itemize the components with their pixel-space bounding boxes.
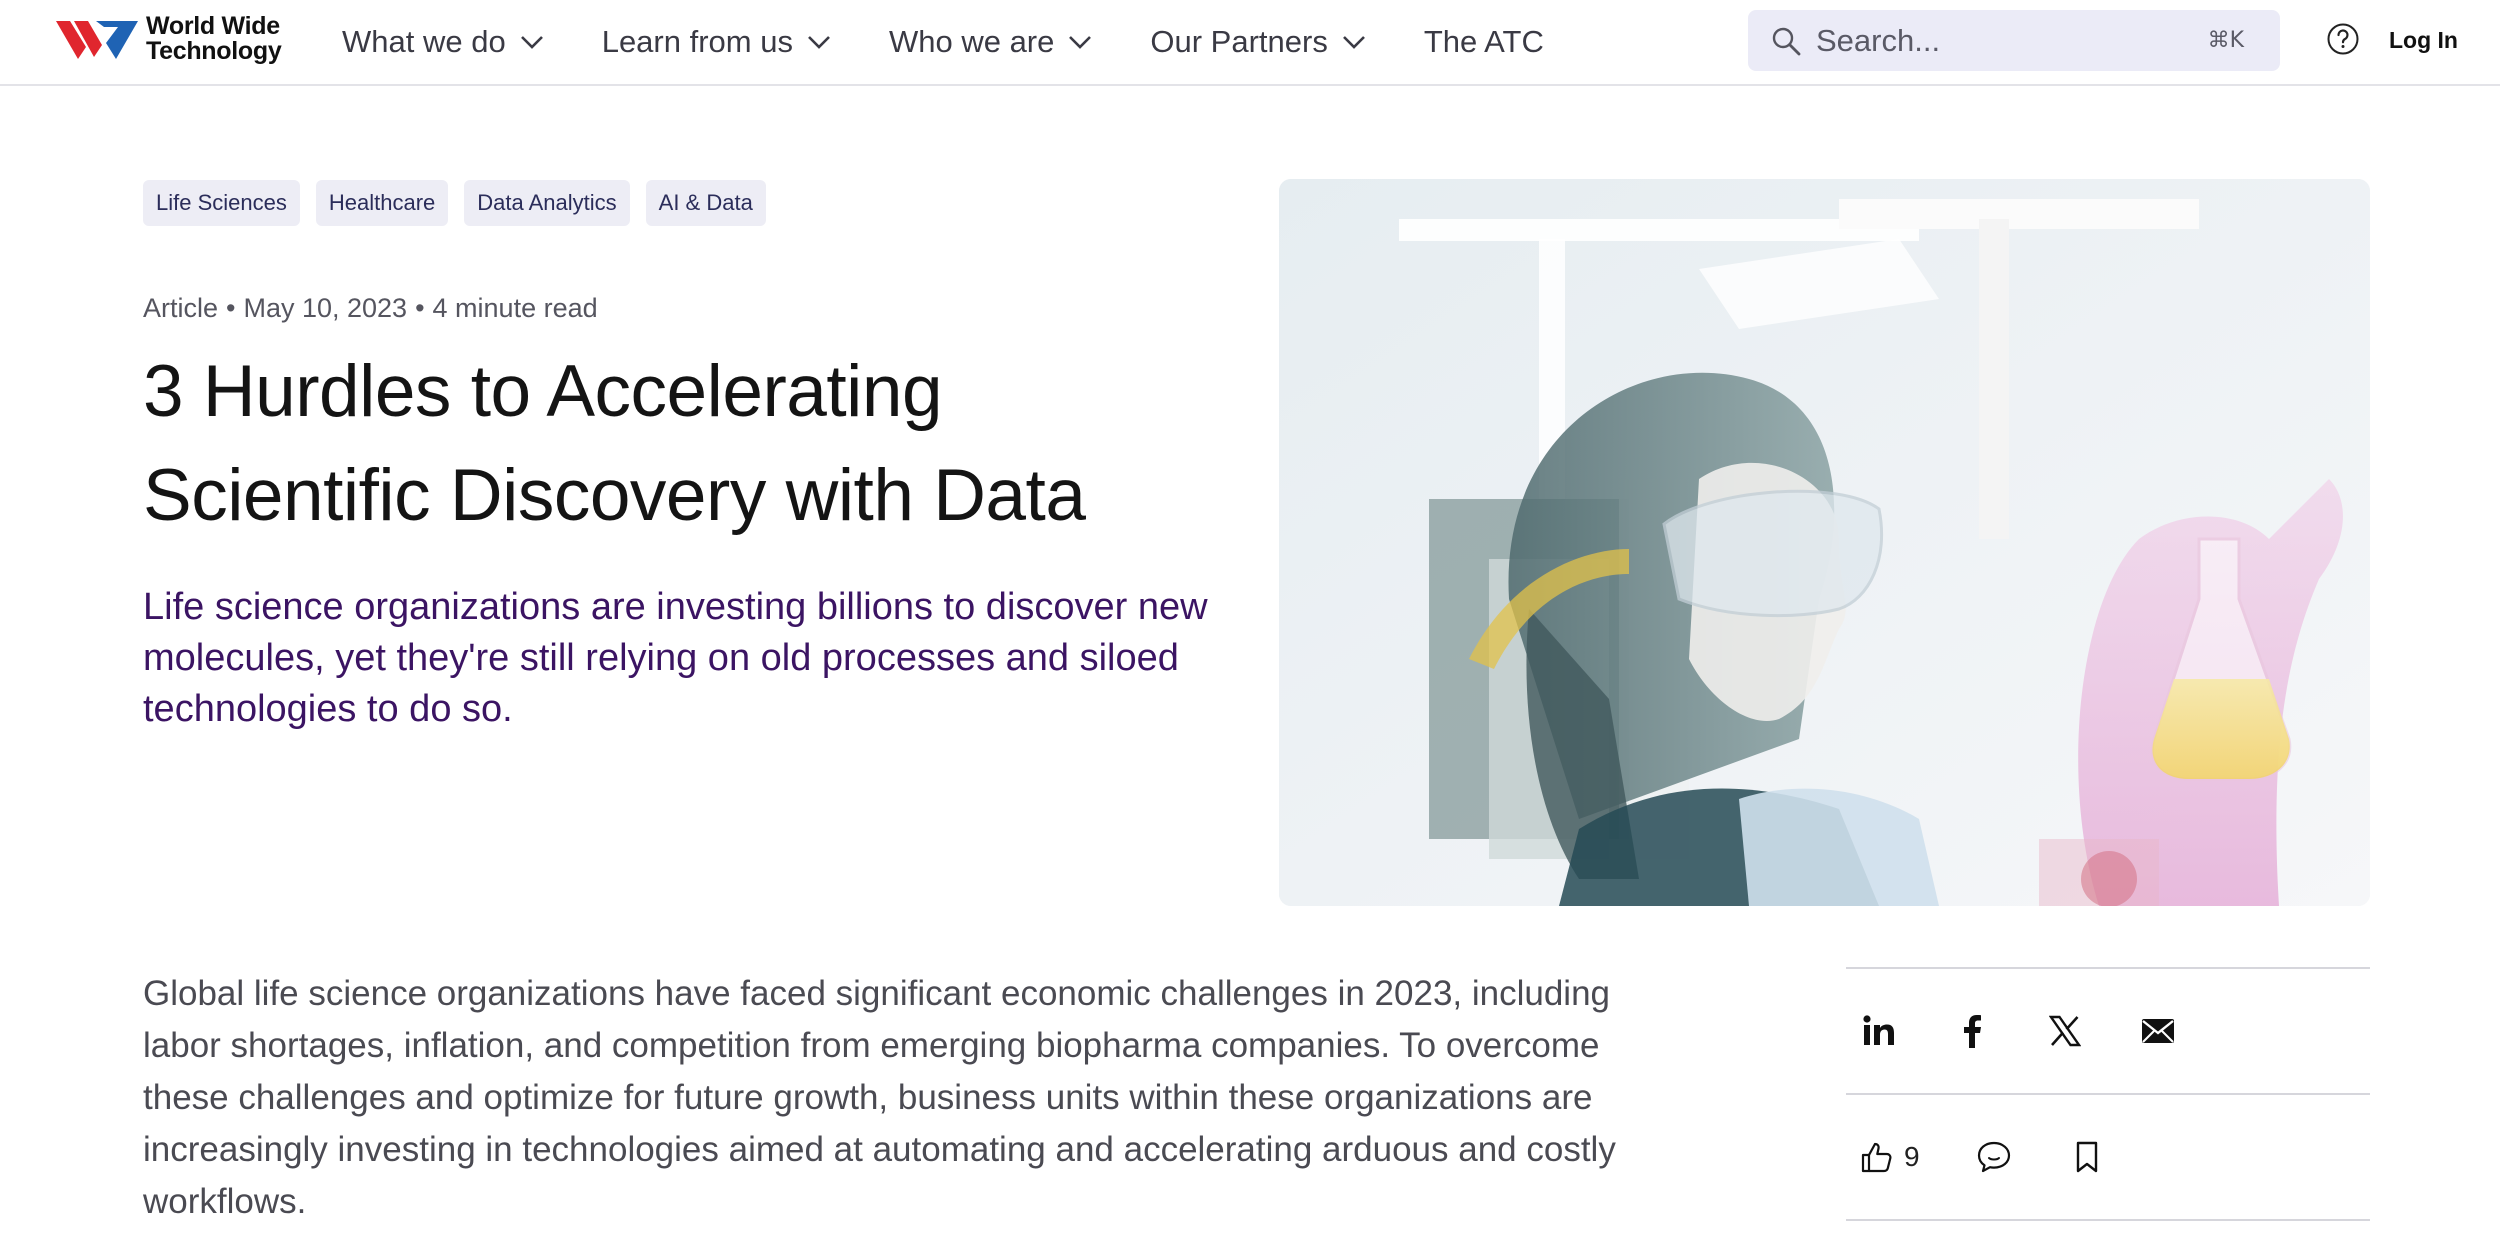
like-count: 9 <box>1904 1141 1920 1172</box>
chevron-down-icon <box>520 36 543 49</box>
email-icon[interactable] <box>2139 1012 2177 1050</box>
nav-label: What we do <box>342 24 506 59</box>
article-title-line-1: 3 Hurdles to Accelerating <box>143 351 943 432</box>
search-icon <box>1772 27 1801 55</box>
tag-healthcare[interactable]: Healthcare <box>315 180 449 226</box>
facebook-icon[interactable] <box>1953 1012 1991 1050</box>
search-input[interactable]: Search... <box>1816 23 2208 59</box>
article-body-paragraph: Global life science organizations have f… <box>143 974 1616 1221</box>
help-circle-icon[interactable] <box>2326 22 2360 56</box>
linkedin-icon[interactable] <box>1860 1012 1898 1050</box>
social-share-row <box>1846 969 2370 1093</box>
wwt-logo-text: World Wide Technology <box>146 12 282 65</box>
scientist-with-flask-illustration <box>1279 179 2370 906</box>
like-button[interactable]: 9 <box>1860 1140 1920 1174</box>
chevron-down-icon <box>1342 36 1365 49</box>
engagement-row: 9 <box>1846 1095 2370 1219</box>
main-nav: What we do Learn from us Who we are Our … <box>342 0 1602 84</box>
divider <box>1846 1219 2370 1221</box>
bookmark-icon[interactable] <box>2068 1138 2106 1176</box>
tag-data-analytics[interactable]: Data Analytics <box>464 180 630 226</box>
nav-label: Learn from us <box>601 24 793 59</box>
nav-item-our-partners[interactable]: Our Partners <box>1150 24 1365 60</box>
site-header: World Wide Technology What we do Learn f… <box>0 0 2500 86</box>
separator-dot: • <box>415 293 425 323</box>
hero-image <box>1279 179 2370 906</box>
article-read-time: 4 minute read <box>432 293 598 323</box>
article-tags: Life Sciences Healthcare Data Analytics … <box>143 180 782 226</box>
nav-label: The ATC <box>1423 24 1544 59</box>
nav-label: Who we are <box>888 24 1055 59</box>
wwt-logo[interactable]: World Wide Technology <box>56 12 282 65</box>
article-title: 3 Hurdles to Accelerating Scientific Dis… <box>143 340 1243 548</box>
search-shortcut: ⌘K <box>2207 28 2244 53</box>
tag-ai-and-data[interactable]: AI & Data <box>645 180 766 226</box>
nav-item-the-atc[interactable]: The ATC <box>1424 24 1544 60</box>
separator-dot: • <box>226 293 236 323</box>
article-type: Article <box>143 293 219 323</box>
tag-life-sciences[interactable]: Life Sciences <box>143 180 300 226</box>
like-icon <box>1861 1142 1892 1173</box>
wwt-logo-mark <box>56 21 138 59</box>
chevron-down-icon <box>808 36 830 49</box>
chevron-down-icon <box>1069 36 1092 49</box>
x-icon[interactable] <box>2046 1012 2084 1050</box>
article-title-line-2: Scientific Discovery with Data <box>143 455 1086 536</box>
article-date: May 10, 2023 <box>243 293 408 323</box>
login-button[interactable]: Log In <box>2389 27 2458 54</box>
comment-icon[interactable] <box>1975 1138 2013 1176</box>
nav-item-learn-from-us[interactable]: Learn from us <box>602 24 831 60</box>
nav-item-what-we-do[interactable]: What we do <box>342 24 544 60</box>
article-meta: Article • May 10, 2023 • 4 minute read <box>143 293 598 324</box>
search-box[interactable]: Search... ⌘K <box>1748 10 2280 71</box>
share-panel: 9 <box>1846 967 2370 1221</box>
article-lede: Life science organizations are investing… <box>143 586 1208 730</box>
nav-item-who-we-are[interactable]: Who we are <box>889 24 1092 60</box>
nav-label: Our Partners <box>1150 24 1328 59</box>
